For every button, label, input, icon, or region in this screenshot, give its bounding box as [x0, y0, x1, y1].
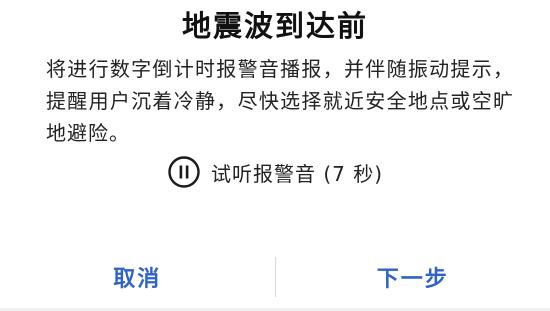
dialog-button-bar: 取消 下一步	[0, 252, 550, 302]
dialog-title: 地震波到达前	[181, 9, 368, 43]
preview-alarm-label: 试听报警音 (7 秒)	[210, 161, 384, 186]
preview-alarm-row[interactable]: 试听报警音 (7 秒)	[0, 152, 550, 192]
cancel-button[interactable]: 取消	[0, 252, 275, 302]
dialog-message: 将进行数字倒计时报警音播报，并伴随振动提示，提醒用户沉着冷静，尽快选择就近安全地…	[46, 57, 514, 145]
next-button[interactable]: 下一步	[276, 252, 550, 302]
alert-dialog: 地震波到达前 将进行数字倒计时报警音播报，并伴随振动提示，提醒用户沉着冷静，尽快…	[0, 0, 550, 311]
pause-icon[interactable]	[167, 155, 201, 189]
